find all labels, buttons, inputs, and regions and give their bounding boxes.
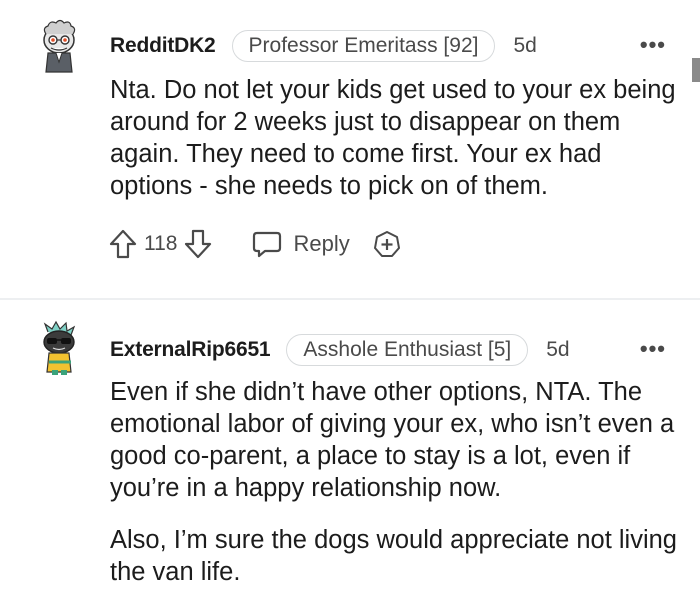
timestamp[interactable]: 5d — [546, 338, 569, 362]
comment-paragraph: Also, I’m sure the dogs would appreciate… — [110, 526, 677, 586]
comment-paragraph: Even if she didn’t have other options, N… — [110, 378, 675, 502]
user-flair: Asshole Enthusiast [5] — [286, 334, 529, 366]
reddit-snoo-sunglasses-avatar-icon — [43, 320, 76, 375]
comment-body: Even if she didn’t have other options, N… — [110, 376, 685, 588]
comment-meta: ExternalRip6651 Asshole Enthusiast [5] 5… — [110, 332, 570, 368]
more-options-icon[interactable]: ••• — [640, 336, 666, 362]
username[interactable]: ExternalRip6651 — [110, 338, 271, 362]
comment-2: ExternalRip6651 Asshole Enthusiast [5] 5… — [0, 0, 700, 586]
user-avatar[interactable] — [36, 318, 82, 376]
